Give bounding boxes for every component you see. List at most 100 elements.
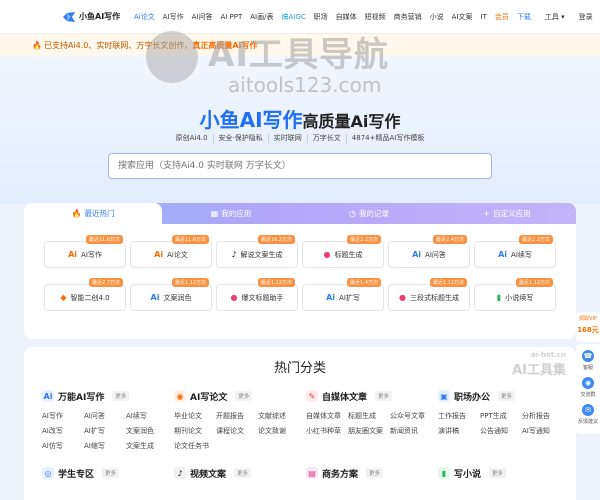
app-tile[interactable]: 最近1.12万次 Ai 文案润色 (130, 278, 212, 311)
category-link[interactable]: AI写通知 (522, 425, 564, 437)
more-button[interactable]: 更多 (498, 391, 516, 401)
usage-badge: 最近11.6万次 (85, 235, 123, 244)
category-link[interactable]: 文案生成 (126, 440, 168, 452)
search-input[interactable] (108, 153, 492, 179)
category-link[interactable]: 开题报告 (216, 410, 258, 422)
nav-item-11[interactable]: AI文案 (452, 12, 473, 22)
category-name[interactable]: 商务方案 (322, 467, 358, 480)
category-name[interactable]: 学生专区 (58, 467, 94, 480)
category-link[interactable]: 期刊论文 (174, 425, 216, 437)
category-block: Ai 万能AI写作 更多 AI写作 AI问答 AI续写 AI改写 AI扩写 文案润色 AI仿写 AI… (42, 389, 174, 452)
app-tile[interactable]: 最近2.4万次 Ai AI问答 (388, 235, 470, 268)
category-name[interactable]: 自媒体文章 (322, 390, 367, 403)
category-link[interactable]: 自媒体文章 (306, 410, 348, 422)
fish-logo-icon (63, 11, 75, 22)
category-link[interactable]: 论文任务书 (174, 440, 216, 452)
category-link[interactable]: 工作报告 (438, 410, 480, 422)
app-icon: Ai (326, 293, 336, 302)
nav-item-4[interactable]: AI画/表 (250, 12, 273, 22)
category-icon: Ai (42, 390, 54, 402)
app-tile[interactable]: 最近11.6万次 Ai Ai论文 (130, 235, 212, 268)
category-items: 工作报告 PPT生成 分析报告演讲稿 公告通知 AI写通知 (438, 410, 570, 437)
vip-float-button[interactable]: 领取VIP 168元 (576, 312, 600, 342)
category-link[interactable]: AI续写 (126, 410, 168, 422)
category-name[interactable]: 视频文案 (190, 467, 226, 480)
category-link[interactable]: PPT生成 (480, 410, 522, 422)
more-button[interactable]: 更多 (366, 468, 384, 478)
category-link[interactable]: 文案润色 (126, 425, 168, 437)
site-logo[interactable]: 小鱼AI写作 (62, 11, 132, 23)
app-tile[interactable]: 最近1.12万次 ● 爆文标题助手 (216, 278, 298, 311)
category-link[interactable]: AI仿写 (42, 440, 84, 452)
category-link[interactable]: AI问答 (84, 410, 126, 422)
app-label: 爆文标题助手 (241, 293, 284, 302)
app-tile[interactable]: 最近2.7万次 ◆ 智能二创4.0 (44, 278, 126, 311)
app-label: AI扩写 (339, 293, 360, 302)
category-link[interactable]: AI缩写 (84, 440, 126, 452)
more-button[interactable]: 更多 (234, 468, 252, 478)
nav-item-13[interactable]: 会员 (495, 12, 509, 22)
category-link[interactable]: 标题生成 (348, 410, 390, 422)
side-button[interactable]: ✉ 反馈建议 (576, 404, 600, 425)
side-button[interactable]: ☎ 客服 (576, 350, 600, 371)
category-link[interactable]: AI写作 (42, 410, 84, 422)
category-link[interactable]: 分析报告 (522, 410, 564, 422)
app-label: 小说续写 (505, 293, 534, 302)
nav-item-0[interactable]: Ai论文 (134, 12, 155, 22)
category-name[interactable]: 职场办公 (454, 390, 490, 403)
more-button[interactable]: 更多 (489, 468, 507, 478)
tab-2[interactable]: ◷ 我的记录 (300, 203, 438, 224)
tab-3[interactable]: + 自定义应用 (438, 203, 576, 224)
more-button[interactable]: 更多 (102, 468, 120, 478)
more-button[interactable]: 更多 (112, 391, 130, 401)
nav-item-8[interactable]: 短视频 (365, 12, 386, 22)
login-link[interactable]: 登录 (579, 12, 593, 22)
nav-item-3[interactable]: AI PPT (220, 13, 242, 21)
category-icon: ◎ (42, 467, 54, 479)
category-block: ▮ 写小说 更多 (438, 466, 570, 480)
category-link[interactable]: 文献综述 (258, 410, 300, 422)
nav-item-12[interactable]: IT (481, 13, 487, 21)
app-icon: Ai (68, 250, 78, 259)
category-icon: ▮ (438, 467, 450, 479)
app-tile[interactable]: 最近1.4万次 Ai AI扩写 (302, 278, 384, 311)
category-header: Ai 万能AI写作 更多 (42, 389, 174, 403)
category-link[interactable]: 演讲稿 (438, 425, 480, 437)
category-name[interactable]: 写小说 (454, 467, 481, 480)
nav-item-7[interactable]: 自媒体 (336, 12, 357, 22)
app-icon: ▮ (496, 293, 502, 302)
category-link[interactable]: 毕业论文 (174, 410, 216, 422)
app-tile[interactable]: 最近1.12万次 ▮ 小说续写 (474, 278, 556, 311)
app-tile[interactable]: 最近16.2万次 ♪ 解说文案生成 (216, 235, 298, 268)
category-link[interactable]: 课程论文 (216, 425, 258, 437)
side-button[interactable]: ◉ 交流群 (576, 377, 600, 398)
more-button[interactable]: 更多 (375, 391, 393, 401)
tab-label: 自定义应用 (493, 209, 531, 218)
nav-item-6[interactable]: 职场 (314, 12, 328, 22)
category-link[interactable]: 小红书种草 (306, 425, 348, 437)
side-float-panel: ☎ 客服 ◉ 交流群 ✉ 反馈建议 (576, 344, 600, 434)
category-link[interactable]: 公告通知 (480, 425, 522, 437)
nav-item-9[interactable]: 商务营销 (394, 12, 422, 22)
nav-item-1[interactable]: AI写作 (163, 12, 184, 22)
category-link[interactable]: 新闻资讯 (390, 425, 432, 437)
category-link[interactable]: 朋友圈文案 (348, 425, 390, 437)
app-tile[interactable]: 最近11.6万次 Ai AI写作 (44, 235, 126, 268)
category-name[interactable]: 万能AI写作 (58, 390, 104, 403)
category-link[interactable]: 公众号文章 (390, 410, 432, 422)
tab-0[interactable]: 🔥 最近热门 (24, 203, 162, 224)
nav-tools-dropdown[interactable]: 工具 ▾ (545, 12, 565, 22)
nav-item-5[interactable]: 搞AIGC (281, 12, 305, 22)
category-link[interactable]: AI扩写 (84, 425, 126, 437)
category-link[interactable]: AI改写 (42, 425, 84, 437)
app-tile[interactable]: 最近1.12万次 ● 三段式标题生成 (388, 278, 470, 311)
more-button[interactable]: 更多 (235, 391, 253, 401)
nav-item-14[interactable]: 下载 (517, 12, 531, 22)
app-tile[interactable]: 最近2.2万次 Ai AI续写 (474, 235, 556, 268)
category-link[interactable]: 论文致谢 (258, 425, 300, 437)
category-name[interactable]: AI写论文 (190, 390, 227, 403)
tab-1[interactable]: ▦ 我的应用 (162, 203, 300, 224)
app-tile[interactable]: 最近2.2万次 ● 标题生成 (302, 235, 384, 268)
nav-item-2[interactable]: AI问答 (192, 12, 213, 22)
nav-item-10[interactable]: 小说 (430, 12, 444, 22)
